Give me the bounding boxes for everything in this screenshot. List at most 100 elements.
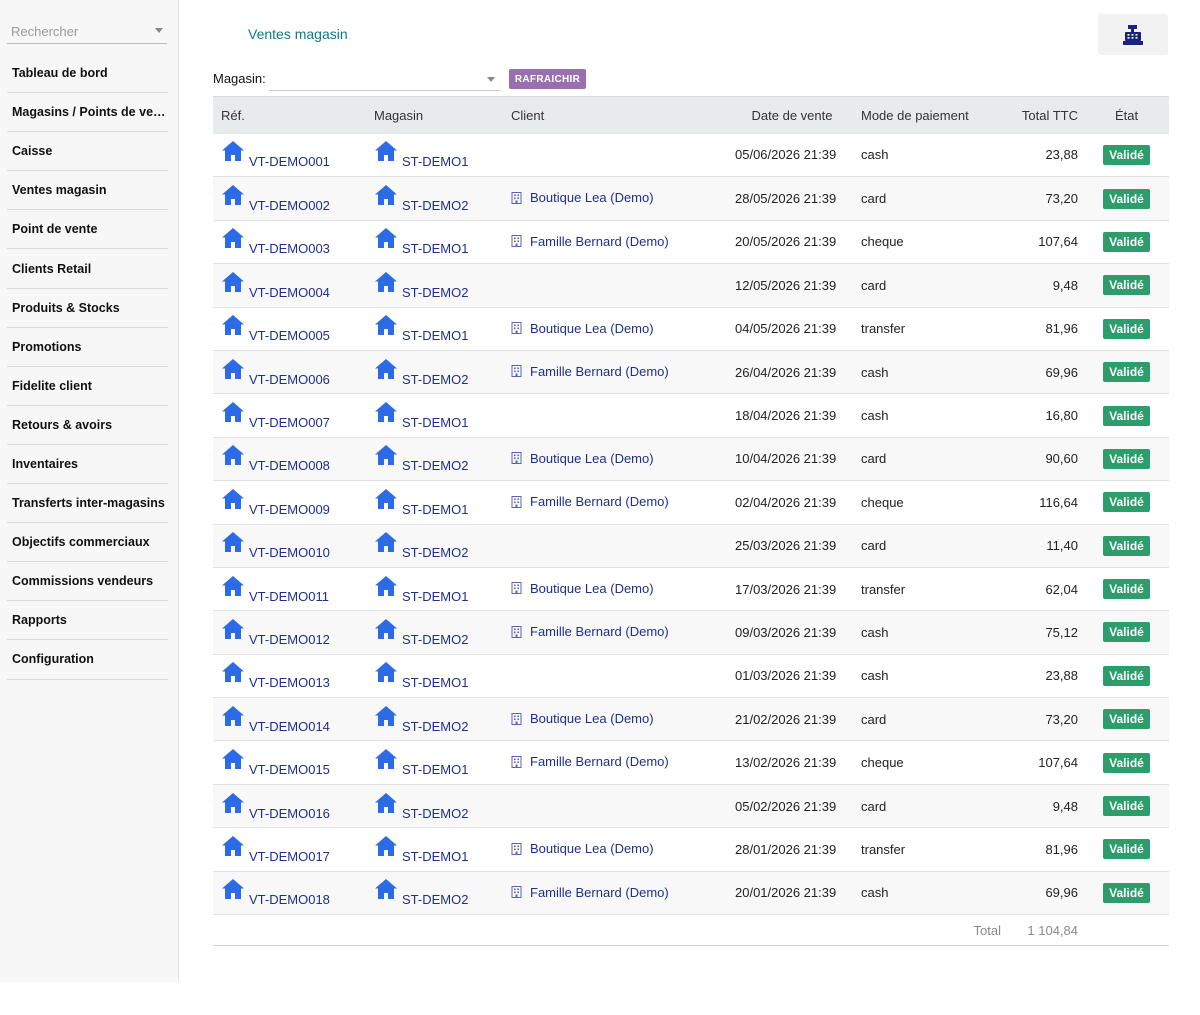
client-link[interactable]: Famille Bernard (Demo): [511, 234, 669, 249]
sale-ref[interactable]: VT-DEMO007: [249, 415, 330, 430]
client-name[interactable]: Boutique Lea (Demo): [530, 190, 654, 205]
sidebar-item[interactable]: Clients Retail: [7, 249, 168, 289]
client-name[interactable]: Boutique Lea (Demo): [530, 321, 654, 336]
refresh-button[interactable]: RAFRAICHIR: [509, 69, 586, 89]
store-link[interactable]: ST-DEMO2: [374, 532, 468, 560]
ref-link[interactable]: VT-DEMO007: [221, 402, 330, 430]
table-row[interactable]: VT-DEMO008 ST-DEMO2 Boutique Lea (Demo) 10/…: [213, 437, 1169, 482]
store-code[interactable]: ST-DEMO1: [402, 241, 468, 256]
sale-ref[interactable]: VT-DEMO005: [249, 328, 330, 343]
client-name[interactable]: Famille Bernard (Demo): [530, 624, 669, 639]
sale-ref[interactable]: VT-DEMO011: [249, 589, 329, 604]
chevron-down-icon[interactable]: [487, 77, 495, 82]
store-link[interactable]: ST-DEMO2: [374, 358, 468, 387]
sidebar-item[interactable]: Fidelite client: [7, 367, 168, 406]
sale-ref[interactable]: VT-DEMO003: [249, 241, 330, 256]
table-row[interactable]: VT-DEMO014 ST-DEMO2 Boutique Lea (Demo) 21/…: [213, 697, 1169, 742]
sale-ref[interactable]: VT-DEMO012: [249, 632, 330, 647]
sidebar-item[interactable]: Transferts inter-magasins: [7, 484, 168, 524]
store-link[interactable]: ST-DEMO1: [374, 835, 468, 864]
client-link[interactable]: Boutique Lea (Demo): [511, 451, 654, 466]
store-code[interactable]: ST-DEMO2: [402, 198, 468, 213]
store-link[interactable]: ST-DEMO1: [374, 141, 468, 169]
client-name[interactable]: Famille Bernard (Demo): [530, 885, 669, 900]
sidebar-item[interactable]: Rapports: [7, 601, 168, 641]
store-link[interactable]: ST-DEMO2: [374, 879, 468, 907]
client-name[interactable]: Boutique Lea (Demo): [530, 711, 654, 726]
store-code[interactable]: ST-DEMO2: [402, 719, 468, 734]
ref-link[interactable]: VT-DEMO010: [221, 532, 330, 560]
client-link[interactable]: Famille Bernard (Demo): [511, 494, 669, 509]
ref-link[interactable]: VT-DEMO012: [221, 618, 330, 647]
ref-link[interactable]: VT-DEMO001: [221, 141, 330, 169]
table-row[interactable]: VT-DEMO005 ST-DEMO1 Boutique Lea (Demo) 04/…: [213, 307, 1169, 351]
pos-button[interactable]: [1098, 14, 1168, 55]
table-row[interactable]: VT-DEMO018 ST-DEMO2 Famille Bernard (Demo)…: [213, 871, 1169, 916]
client-link[interactable]: Famille Bernard (Demo): [511, 624, 669, 639]
sale-ref[interactable]: VT-DEMO013: [249, 675, 330, 690]
ref-link[interactable]: VT-DEMO018: [221, 879, 330, 907]
store-link[interactable]: ST-DEMO1: [374, 488, 468, 517]
sidebar-item[interactable]: Retours & avoirs: [7, 406, 168, 445]
client-link[interactable]: Boutique Lea (Demo): [511, 190, 654, 205]
sidebar-item[interactable]: Point de vente: [7, 210, 168, 250]
sidebar-item[interactable]: Commissions vendeurs: [7, 562, 168, 602]
breadcrumb[interactable]: Ventes magasin: [248, 26, 348, 42]
client-link[interactable]: Boutique Lea (Demo): [511, 841, 654, 856]
client-name[interactable]: Famille Bernard (Demo): [530, 754, 669, 769]
store-code[interactable]: ST-DEMO1: [402, 328, 468, 343]
store-code[interactable]: ST-DEMO2: [402, 545, 468, 560]
table-row[interactable]: VT-DEMO012 ST-DEMO2 Famille Bernard (Demo)…: [213, 610, 1169, 655]
store-code[interactable]: ST-DEMO2: [402, 285, 468, 300]
ref-link[interactable]: VT-DEMO016: [221, 792, 330, 821]
sidebar-item[interactable]: Promotions: [7, 328, 168, 367]
client-link[interactable]: Boutique Lea (Demo): [511, 711, 654, 726]
client-link[interactable]: Famille Bernard (Demo): [511, 364, 669, 379]
sale-ref[interactable]: VT-DEMO008: [249, 458, 330, 473]
ref-link[interactable]: VT-DEMO017: [221, 835, 330, 864]
sidebar-item[interactable]: Magasins / Points de vente: [7, 93, 168, 133]
store-code[interactable]: ST-DEMO1: [402, 154, 468, 169]
table-row[interactable]: VT-DEMO002 ST-DEMO2 Boutique Lea (Demo) 28/…: [213, 176, 1169, 221]
table-row[interactable]: VT-DEMO006 ST-DEMO2 Famille Bernard (Demo)…: [213, 350, 1169, 395]
store-link[interactable]: ST-DEMO2: [374, 618, 468, 647]
ref-link[interactable]: VT-DEMO008: [221, 445, 330, 473]
sidebar-item[interactable]: Tableau de bord: [7, 54, 168, 94]
client-name[interactable]: Famille Bernard (Demo): [530, 364, 669, 379]
table-row[interactable]: VT-DEMO013 ST-DEMO1 01/03/2026 21:39 cash 23…: [213, 654, 1169, 699]
sale-ref[interactable]: VT-DEMO017: [249, 849, 330, 864]
search-box[interactable]: [7, 18, 167, 44]
table-row[interactable]: VT-DEMO009 ST-DEMO1 Famille Bernard (Demo)…: [213, 480, 1169, 525]
store-code[interactable]: ST-DEMO2: [402, 632, 468, 647]
store-link[interactable]: ST-DEMO2: [374, 185, 468, 213]
store-link[interactable]: ST-DEMO2: [374, 792, 468, 821]
sale-ref[interactable]: VT-DEMO016: [249, 806, 330, 821]
sale-ref[interactable]: VT-DEMO001: [249, 154, 330, 169]
ref-link[interactable]: VT-DEMO003: [221, 228, 330, 256]
ref-link[interactable]: VT-DEMO011: [221, 575, 329, 604]
ref-link[interactable]: VT-DEMO005: [221, 315, 330, 343]
table-row[interactable]: VT-DEMO017 ST-DEMO1 Boutique Lea (Demo) 28/…: [213, 827, 1169, 872]
sidebar-item[interactable]: Ventes magasin: [7, 171, 168, 211]
store-code[interactable]: ST-DEMO2: [402, 892, 468, 907]
client-link[interactable]: Boutique Lea (Demo): [511, 581, 654, 596]
sale-ref[interactable]: VT-DEMO006: [249, 372, 330, 387]
client-link[interactable]: Famille Bernard (Demo): [511, 754, 669, 769]
sale-ref[interactable]: VT-DEMO018: [249, 892, 330, 907]
table-row[interactable]: VT-DEMO007 ST-DEMO1 18/04/2026 21:39 cash 16…: [213, 393, 1169, 438]
sidebar-item[interactable]: Configuration: [7, 640, 168, 680]
client-name[interactable]: Famille Bernard (Demo): [530, 234, 669, 249]
client-link[interactable]: Famille Bernard (Demo): [511, 885, 669, 900]
store-code[interactable]: ST-DEMO1: [402, 762, 468, 777]
store-link[interactable]: ST-DEMO1: [374, 575, 468, 604]
store-link[interactable]: ST-DEMO2: [374, 271, 468, 300]
store-code[interactable]: ST-DEMO1: [402, 589, 468, 604]
sale-ref[interactable]: VT-DEMO009: [249, 502, 330, 517]
store-code[interactable]: ST-DEMO1: [402, 502, 468, 517]
store-code[interactable]: ST-DEMO2: [402, 372, 468, 387]
client-name[interactable]: Boutique Lea (Demo): [530, 451, 654, 466]
table-row[interactable]: VT-DEMO015 ST-DEMO1 Famille Bernard (Demo)…: [213, 740, 1169, 785]
sale-ref[interactable]: VT-DEMO015: [249, 762, 330, 777]
sale-ref[interactable]: VT-DEMO014: [249, 719, 330, 734]
sidebar-item[interactable]: Produits & Stocks: [7, 289, 168, 328]
